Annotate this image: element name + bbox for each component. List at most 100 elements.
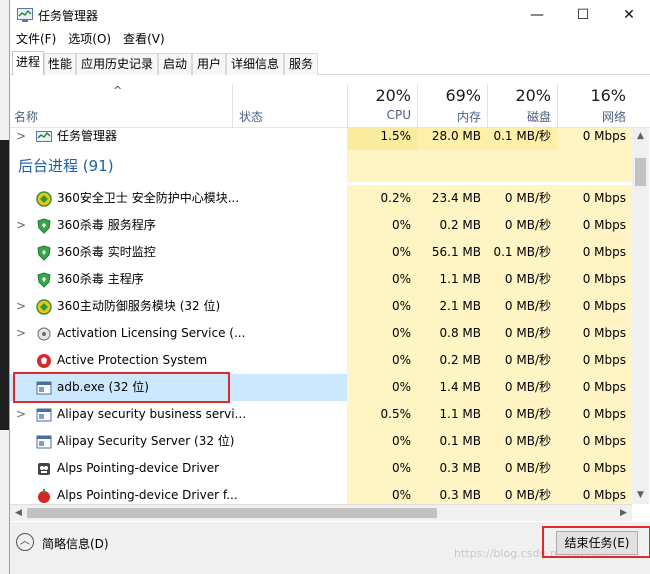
tab-startup[interactable]: 启动 bbox=[158, 53, 192, 75]
task-manager-window: 任务管理器 — ☐ ✕ 文件(F) 选项(O) 查看(V) 进程 性能 应用历史… bbox=[9, 0, 650, 574]
cpu-cell: 0% bbox=[347, 482, 417, 504]
network-cell: 0 Mbps bbox=[557, 401, 632, 428]
memory-cell bbox=[417, 150, 487, 182]
process-name: 360杀毒 实时监控 bbox=[57, 245, 156, 259]
process-name: 360主动防御服务模块 (32 位) bbox=[57, 299, 221, 313]
memory-cell: 56.1 MB bbox=[417, 239, 487, 266]
horizontal-scrollbar[interactable]: ◀ ▶ bbox=[10, 504, 632, 521]
process-row[interactable]: > Activation Licensing Service (... 0% 0.8 … bbox=[10, 320, 632, 347]
column-header: ^ 名称 状态 20% CPU 69% 内存 20% 磁盘 16% 网络 bbox=[10, 76, 650, 128]
tab-services[interactable]: 服务 bbox=[284, 53, 318, 75]
360-antivirus-shield-icon bbox=[37, 218, 51, 234]
column-status[interactable]: 状态 bbox=[239, 108, 263, 125]
cpu-cell: 0% bbox=[347, 428, 417, 455]
horizontal-scroll-thumb[interactable] bbox=[27, 508, 437, 518]
tab-details[interactable]: 详细信息 bbox=[226, 53, 284, 75]
process-row[interactable]: > 任务管理器 1.5% 28.0 MB 0.1 MB/秒 0 Mbps bbox=[10, 128, 632, 150]
cpu-cell: 0.2% bbox=[347, 185, 417, 212]
360-antivirus-shield-icon bbox=[37, 272, 51, 288]
tab-app-history[interactable]: 应用历史记录 bbox=[76, 53, 158, 75]
process-row[interactable]: 360安全卫士 安全防护中心模块... 0.2% 23.4 MB 0 MB/秒 0 Mb… bbox=[10, 185, 632, 212]
cpu-cell: 0% bbox=[347, 293, 417, 320]
service-gear-icon bbox=[37, 327, 51, 341]
tab-processes[interactable]: 进程 bbox=[12, 51, 44, 75]
process-row[interactable]: Alipay Security Server (32 位) 0% 0.1 MB 0 M… bbox=[10, 428, 632, 455]
annotation-highlight-row bbox=[13, 372, 230, 403]
process-row[interactable]: 360杀毒 主程序 0% 1.1 MB 0 MB/秒 0 Mbps bbox=[10, 266, 632, 293]
process-row[interactable]: >360主动防御服务模块 (32 位) 0% 2.1 MB 0 MB/秒 0 Mbps bbox=[10, 293, 632, 320]
cpu-cell: 0% bbox=[347, 320, 417, 347]
expand-chevron-icon[interactable]: > bbox=[16, 128, 26, 150]
disk-cell: 0 MB/秒 bbox=[487, 266, 557, 293]
task-manager-icon bbox=[17, 8, 33, 22]
scroll-right-icon[interactable]: ▶ bbox=[615, 505, 632, 522]
disk-cell: 0 MB/秒 bbox=[487, 482, 557, 504]
memory-cell: 0.1 MB bbox=[417, 428, 487, 455]
vertical-scroll-thumb[interactable] bbox=[635, 158, 646, 186]
background-terminal bbox=[0, 140, 9, 430]
column-memory[interactable]: 69% 内存 bbox=[417, 76, 487, 128]
tab-performance[interactable]: 性能 bbox=[44, 53, 76, 75]
process-row[interactable]: >360杀毒 服务程序 0% 0.2 MB 0 MB/秒 0 Mbps bbox=[10, 212, 632, 239]
title-bar[interactable]: 任务管理器 — ☐ ✕ bbox=[10, 0, 650, 30]
red-shield-icon bbox=[37, 354, 51, 368]
fewer-details-link[interactable]: 简略信息(D) bbox=[42, 535, 109, 552]
process-row[interactable]: > Alipay security business servi... 0.5% 1.… bbox=[10, 401, 632, 428]
network-cell: 0 Mbps bbox=[557, 185, 632, 212]
360-antivirus-shield-icon bbox=[37, 245, 51, 261]
network-cell: 0 Mbps bbox=[557, 293, 632, 320]
disk-total: 20% bbox=[515, 86, 551, 105]
column-cpu[interactable]: 20% CPU bbox=[347, 76, 417, 128]
cpu-cell: 0% bbox=[347, 239, 417, 266]
scroll-down-icon[interactable]: ▼ bbox=[632, 487, 649, 504]
disk-cell bbox=[487, 150, 557, 182]
disk-cell: 0 MB/秒 bbox=[487, 320, 557, 347]
close-button[interactable]: ✕ bbox=[606, 0, 650, 30]
name-cell: > Activation Licensing Service (... bbox=[10, 320, 347, 347]
column-network[interactable]: 16% 网络 bbox=[557, 76, 632, 128]
column-disk[interactable]: 20% 磁盘 bbox=[487, 76, 557, 128]
network-total: 16% bbox=[590, 86, 626, 105]
memory-total: 69% bbox=[445, 86, 481, 105]
name-cell: 360安全卫士 安全防护中心模块... bbox=[10, 185, 347, 212]
vertical-scrollbar[interactable]: ▲ ▼ bbox=[632, 128, 649, 504]
process-name: Alps Pointing-device Driver bbox=[57, 461, 220, 475]
column-name[interactable]: 名称 bbox=[14, 108, 38, 125]
disk-cell: 0 MB/秒 bbox=[487, 374, 557, 401]
memory-cell: 1.1 MB bbox=[417, 266, 487, 293]
network-cell bbox=[557, 150, 632, 182]
tab-bar: 进程 性能 应用历史记录 启动 用户 详细信息 服务 bbox=[10, 51, 650, 75]
expand-chevron-icon[interactable]: > bbox=[16, 212, 26, 239]
process-row[interactable]: Active Protection System 0% 0.2 MB 0 MB/秒 0 … bbox=[10, 347, 632, 374]
process-name: 360杀毒 服务程序 bbox=[57, 218, 156, 232]
memory-cell: 1.1 MB bbox=[417, 401, 487, 428]
process-row[interactable]: 360杀毒 实时监控 0% 56.1 MB 0.1 MB/秒 0 Mbps bbox=[10, 239, 632, 266]
expand-chevron-icon[interactable]: > bbox=[16, 293, 26, 320]
maximize-button[interactable]: ☐ bbox=[560, 0, 606, 30]
cpu-cell: 0% bbox=[347, 212, 417, 239]
scroll-up-icon[interactable]: ▲ bbox=[632, 128, 649, 145]
memory-cell: 0.2 MB bbox=[417, 212, 487, 239]
expand-chevron-icon[interactable]: > bbox=[16, 401, 26, 428]
tab-users[interactable]: 用户 bbox=[192, 53, 226, 75]
cpu-cell: 0% bbox=[347, 374, 417, 401]
memory-cell: 0.3 MB bbox=[417, 455, 487, 482]
name-cell: > Alipay security business servi... bbox=[10, 401, 347, 428]
name-cell: Alps Pointing-device Driver f... bbox=[10, 482, 347, 504]
scroll-left-icon[interactable]: ◀ bbox=[10, 505, 27, 522]
memory-cell: 0.3 MB bbox=[417, 482, 487, 504]
menu-file[interactable]: 文件(F) bbox=[10, 30, 62, 50]
memory-cell: 23.4 MB bbox=[417, 185, 487, 212]
menu-options[interactable]: 选项(O) bbox=[62, 30, 117, 50]
minimize-button[interactable]: — bbox=[514, 0, 560, 30]
process-row[interactable]: Alps Pointing-device Driver f... 0% 0.3 MB… bbox=[10, 482, 632, 504]
column-divider[interactable] bbox=[232, 84, 233, 128]
memory-cell: 0.8 MB bbox=[417, 320, 487, 347]
memory-cell: 28.0 MB bbox=[417, 128, 487, 150]
disk-cell: 0 MB/秒 bbox=[487, 401, 557, 428]
group-header-row: 后台进程 (91) bbox=[10, 150, 632, 182]
process-row[interactable]: Alps Pointing-device Driver 0% 0.3 MB 0 MB/… bbox=[10, 455, 632, 482]
menu-view[interactable]: 查看(V) bbox=[117, 30, 171, 50]
chevron-up-circle-icon[interactable]: ︿ bbox=[16, 533, 34, 551]
expand-chevron-icon[interactable]: > bbox=[16, 320, 26, 347]
